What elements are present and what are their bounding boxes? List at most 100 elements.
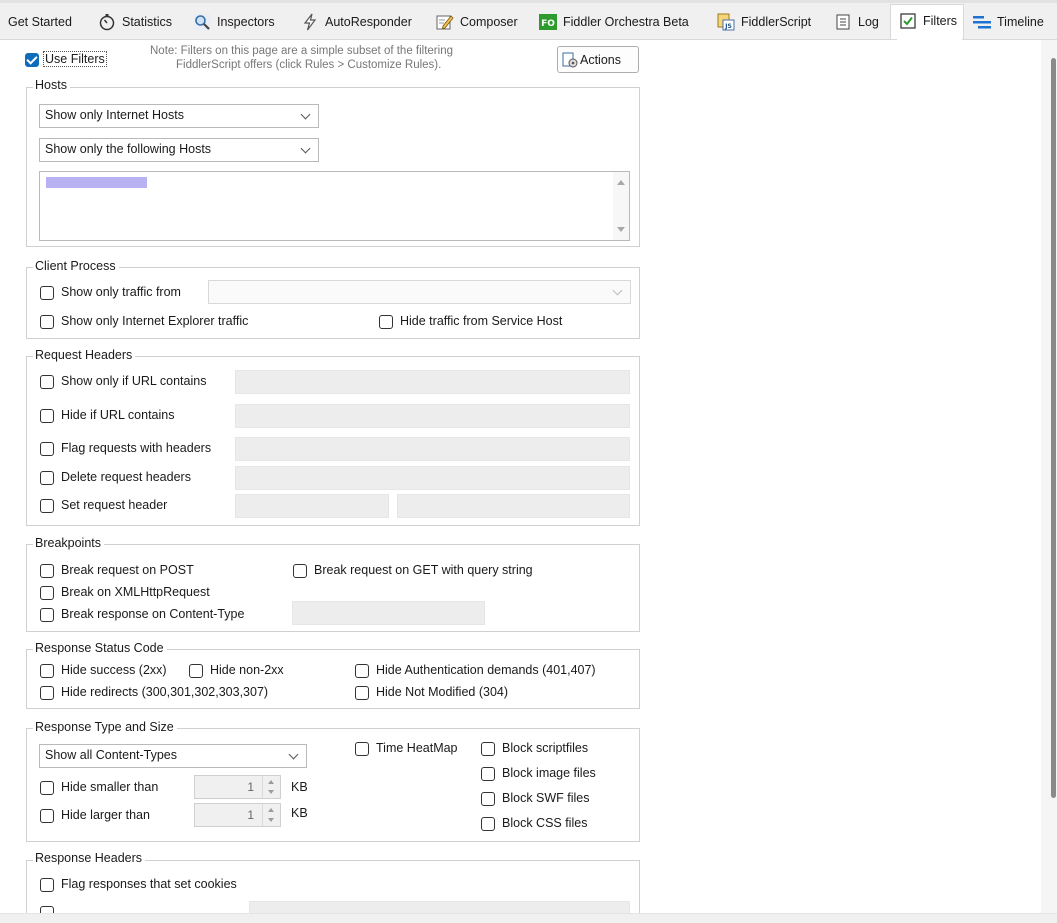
response-type-size-title: Response Type and Size [33, 720, 177, 734]
horizontal-scrollbar[interactable] [0, 913, 1057, 923]
response-header-input[interactable] [249, 901, 630, 913]
hosts-list-textarea[interactable] [39, 171, 630, 241]
chevron-up-icon[interactable] [268, 780, 274, 784]
larger-than-stepper[interactable]: 1 [194, 803, 281, 827]
scroll-down-arrow-icon[interactable] [617, 227, 625, 232]
tab-get-started[interactable]: Get Started [8, 8, 72, 36]
hide-not-modified-label: Hide Not Modified (304) [376, 685, 509, 699]
hide-redirects-checkbox[interactable] [40, 686, 54, 700]
checkbox-icon [899, 12, 917, 30]
hide-non-2xx-checkbox[interactable] [189, 664, 203, 678]
break-on-xhr-checkbox[interactable] [40, 586, 54, 600]
hide-larger-than-label: Hide larger than [61, 808, 150, 822]
hide-service-host-checkbox[interactable] [379, 315, 393, 329]
hide-non-2xx-label: Hide non-2xx [210, 663, 284, 677]
hide-if-url-contains-label: Hide if URL contains [61, 408, 175, 422]
timeline-icon [973, 13, 991, 31]
break-on-post-checkbox[interactable] [40, 564, 54, 578]
pencil-icon [436, 13, 454, 31]
show-only-traffic-from-label: Show only traffic from [61, 285, 181, 299]
block-swf-files-checkbox[interactable] [481, 792, 495, 806]
hosts-title: Hosts [33, 78, 70, 92]
break-on-content-type-checkbox[interactable] [40, 608, 54, 622]
tab-label: Filters [923, 13, 958, 28]
tab-label: Fiddler Orchestra Beta [563, 15, 689, 29]
tab-fiddlerscript[interactable]: JS FiddlerScript [717, 8, 811, 36]
chevron-down-icon [300, 143, 311, 154]
flag-requests-with-headers-checkbox[interactable] [40, 442, 54, 456]
show-only-ie-checkbox[interactable] [40, 315, 54, 329]
hide-if-url-contains-checkbox[interactable] [40, 409, 54, 423]
tab-label: AutoResponder [325, 15, 412, 29]
block-image-files-checkbox[interactable] [481, 767, 495, 781]
tab-label: Log [858, 15, 879, 29]
break-content-type-input[interactable] [292, 601, 485, 625]
set-header-name-input[interactable] [235, 494, 389, 518]
vertical-scrollbar[interactable] [1041, 40, 1057, 913]
response-header-checkbox[interactable] [40, 906, 54, 913]
use-filters-checkbox[interactable] [25, 53, 39, 67]
process-select[interactable] [208, 280, 631, 304]
chevron-up-icon[interactable] [268, 808, 274, 812]
actions-button[interactable]: Actions [557, 46, 639, 73]
chevron-down-icon[interactable] [268, 818, 274, 822]
hide-smaller-than-label: Hide smaller than [61, 780, 159, 794]
stepper-arrows[interactable] [262, 776, 280, 798]
show-only-url-input[interactable] [235, 370, 630, 394]
set-request-header-checkbox[interactable] [40, 499, 54, 513]
tab-autoresponder[interactable]: AutoResponder [301, 8, 412, 36]
tab-fiddler-orchestra[interactable]: FO Fiddler Orchestra Beta [539, 8, 689, 36]
block-css-files-checkbox[interactable] [481, 817, 495, 831]
hosts-zone-select[interactable]: Show only Internet Hosts [39, 104, 319, 128]
tab-filters[interactable]: Filters [890, 4, 965, 40]
request-headers-title: Request Headers [33, 348, 136, 362]
flag-set-cookies-checkbox[interactable] [40, 878, 54, 892]
flag-requests-with-headers-label: Flag requests with headers [61, 441, 212, 455]
use-filters-label[interactable]: Use Filters [43, 51, 107, 67]
flag-headers-input[interactable] [235, 437, 630, 461]
vertical-scrollbar-thumb[interactable] [1051, 58, 1056, 798]
content-types-select[interactable]: Show all Content-Types [39, 744, 307, 768]
hide-redirects-label: Hide redirects (300,301,302,303,307) [61, 685, 269, 699]
stepper-arrows[interactable] [262, 804, 280, 826]
scroll-up-arrow-icon[interactable] [617, 180, 625, 185]
filters-note-line-1: Note: Filters on this page are a simple … [150, 45, 453, 57]
hide-not-modified-checkbox[interactable] [355, 686, 369, 700]
hide-larger-than-checkbox[interactable] [40, 809, 54, 823]
tab-statistics[interactable]: Statistics [98, 8, 172, 36]
block-script-files-checkbox[interactable] [481, 742, 495, 756]
tab-inspectors[interactable]: Inspectors [193, 8, 275, 36]
stopwatch-icon [98, 13, 116, 31]
filters-panel: Use Filters Note: Filters on this page a… [0, 40, 1057, 913]
show-only-traffic-from-checkbox[interactable] [40, 286, 54, 300]
hide-success-checkbox[interactable] [40, 664, 54, 678]
hosts-list-scrollbar[interactable] [613, 172, 629, 240]
tab-composer[interactable]: Composer [436, 8, 518, 36]
fo-badge-icon: FO [539, 13, 557, 31]
breakpoints-title: Breakpoints [33, 536, 105, 550]
response-status-group [26, 649, 640, 709]
actions-label: Actions [580, 52, 621, 67]
tab-strip-top-border [0, 0, 1057, 3]
hosts-filter-select[interactable]: Show only the following Hosts [39, 138, 319, 162]
smaller-than-stepper[interactable]: 1 [194, 775, 281, 799]
tab-log[interactable]: Log [834, 8, 879, 36]
hide-url-input[interactable] [235, 404, 630, 428]
break-on-get-query-label: Break request on GET with query string [314, 563, 533, 577]
set-header-value-input[interactable] [397, 494, 630, 518]
break-on-get-query-checkbox[interactable] [293, 564, 307, 578]
chevron-down-icon[interactable] [268, 790, 274, 794]
tab-label: Composer [460, 15, 518, 29]
delete-headers-input[interactable] [235, 466, 630, 490]
client-process-title: Client Process [33, 259, 119, 273]
response-headers-title: Response Headers [33, 851, 146, 865]
set-request-header-label: Set request header [61, 498, 168, 512]
tab-timeline[interactable]: Timeline [973, 8, 1044, 36]
break-on-xhr-label: Break on XMLHttpRequest [61, 585, 210, 599]
hide-auth-demands-checkbox[interactable] [355, 664, 369, 678]
show-only-if-url-contains-checkbox[interactable] [40, 375, 54, 389]
time-heatmap-checkbox[interactable] [355, 742, 369, 756]
hide-smaller-than-checkbox[interactable] [40, 781, 54, 795]
delete-request-headers-checkbox[interactable] [40, 471, 54, 485]
larger-than-unit: KB [291, 806, 308, 820]
